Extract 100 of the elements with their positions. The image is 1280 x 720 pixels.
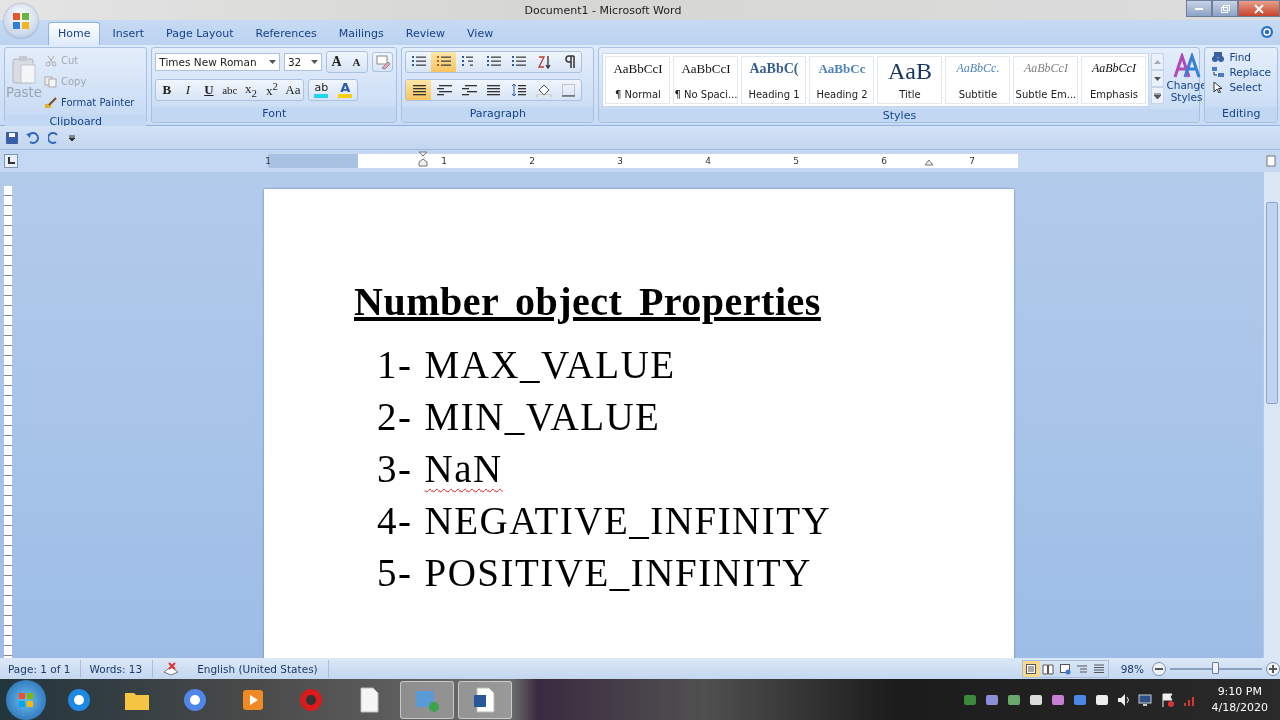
borders-icon [560, 83, 577, 97]
start-button[interactable] [6, 679, 46, 720]
undo-button[interactable] [26, 131, 40, 144]
ruler-number: 1 [440, 155, 448, 168]
scroll-down-button[interactable] [1151, 70, 1165, 87]
eraser-icon [374, 54, 391, 70]
right-indent-marker-icon[interactable] [924, 158, 934, 166]
ribbon-tab[interactable]: Home [48, 22, 101, 45]
office-button[interactable] [4, 4, 38, 38]
dropdown-caret-icon[interactable] [310, 60, 318, 64]
highlight-button[interactable]: ab [309, 80, 334, 100]
dropdown-caret-icon[interactable] [268, 60, 276, 64]
redo-icon [48, 131, 60, 144]
style-preset[interactable]: AaBbCc Heading 2 [809, 56, 875, 104]
window-title: Document1 - Microsoft Word [523, 3, 683, 17]
painter-button[interactable]: Format Painter [44, 93, 135, 112]
font-size-field[interactable]: 32 [283, 53, 322, 71]
taskbar-app[interactable] [458, 680, 512, 719]
print-view-button[interactable] [1022, 660, 1040, 677]
zoom-in-button[interactable] [1266, 661, 1280, 676]
font-color-button[interactable]: A [333, 80, 358, 100]
page-count[interactable]: Page: 1 of 1 [0, 659, 82, 678]
style-preset[interactable]: AaBbCcI Subtle Em... [1013, 56, 1079, 104]
minimize-button[interactable] [1186, 0, 1212, 17]
scissors-icon [44, 54, 58, 67]
indent-marker-icon[interactable] [418, 151, 428, 167]
format-button[interactable]: x$^{2}$ [261, 80, 283, 100]
list-icon [410, 55, 427, 69]
find-button[interactable]: Find [1211, 51, 1271, 63]
proofing-icon[interactable] [163, 661, 180, 676]
style-preset[interactable]: AaB Title [877, 56, 943, 104]
help-icon[interactable] [1260, 25, 1274, 39]
more-arrow-icon [1154, 92, 1162, 99]
list-item-text: NaN [424, 446, 503, 492]
ribbon-tab[interactable]: Review [395, 22, 456, 45]
align-icon [410, 83, 427, 97]
ruler-number: 5 [792, 155, 800, 168]
shrink-font-button[interactable]: A [346, 52, 367, 72]
clear-formatting-button[interactable] [371, 52, 394, 72]
font-name-field[interactable]: Times New Roman [155, 53, 280, 71]
sort-icon [535, 55, 552, 69]
restore-icon [1220, 3, 1230, 14]
group-label: Styles [882, 109, 917, 122]
strike-button[interactable]: abc [219, 80, 241, 100]
more-button[interactable] [1151, 87, 1165, 104]
windows-logo-icon [18, 691, 34, 708]
network-icon[interactable] [1137, 691, 1154, 708]
list-item-text: POSITIVE_INFINITY [424, 550, 812, 596]
list-number: 4- [377, 498, 413, 544]
style-preset[interactable]: AaBbCcI Emphasis [1081, 56, 1147, 104]
grow-font-button[interactable]: A [326, 52, 347, 72]
down-arrow-icon [1154, 76, 1162, 81]
line-spacing-icon [510, 83, 527, 97]
align-icon [460, 83, 477, 97]
ribbon-tab[interactable]: View [457, 22, 504, 45]
numbering-button[interactable] [431, 52, 457, 72]
outline-icon [1076, 662, 1089, 675]
redo-button[interactable] [48, 131, 60, 144]
view-ruler-icon[interactable] [1266, 155, 1276, 167]
style-preset[interactable]: AaBbCcI ¶ No Spaci... [673, 56, 739, 104]
vertical-scrollbar[interactable] [1263, 172, 1280, 658]
ribbon-tab[interactable]: Page Layout [156, 22, 244, 45]
zoom-level[interactable]: 98% [1120, 662, 1144, 675]
ribbon-tab[interactable]: References [245, 22, 327, 45]
ruler-number: 6 [880, 155, 888, 168]
binoculars-icon [1211, 51, 1226, 63]
tab-selector[interactable] [4, 154, 18, 168]
bold-button[interactable]: B [156, 80, 178, 100]
align-left-button[interactable] [406, 80, 432, 100]
ribbon-tab[interactable]: Insert [102, 22, 155, 45]
office-logo-icon [10, 10, 32, 32]
page-icon [1025, 662, 1038, 675]
list-item-text: NEGATIVE_INFINITY [424, 498, 832, 544]
replace-button[interactable]: Replace [1211, 66, 1271, 78]
ruler-number: 7 [968, 155, 976, 168]
underline-button[interactable]: U [198, 80, 220, 100]
restore-button[interactable] [1212, 0, 1238, 17]
customize-toolbar-button[interactable] [68, 133, 76, 142]
language-indicator[interactable]: English (United States) [189, 659, 329, 678]
minus-icon [1155, 667, 1163, 670]
clock[interactable]: 9:10 PM 4/18/2020 [1211, 683, 1268, 716]
group-label: Clipboard [49, 115, 102, 128]
paint-bucket-icon [535, 83, 552, 97]
style-preset[interactable]: AaBbC( Heading 1 [741, 56, 807, 104]
style-preset[interactable]: AaBbCc. Subtitle [945, 56, 1011, 104]
flag-icon[interactable] [1159, 691, 1176, 708]
format-button[interactable]: Aa [282, 80, 304, 100]
format-button[interactable]: x$_{2}$ [240, 80, 262, 100]
word-count[interactable]: Words: 13 [81, 659, 154, 678]
zoom-out-button[interactable] [1152, 661, 1166, 676]
list-number: 3- [377, 446, 413, 492]
ribbon-tab[interactable]: Mailings [328, 22, 394, 45]
undo-icon [26, 131, 40, 144]
document-heading: Number object Properties [354, 278, 822, 326]
close-icon [1254, 3, 1264, 14]
italic-button[interactable]: I [177, 80, 199, 100]
save-button[interactable] [6, 131, 18, 144]
select-button[interactable]: Select [1211, 81, 1271, 93]
close-button[interactable] [1238, 0, 1280, 17]
style-preset[interactable]: AaBbCcI ¶ Normal [605, 56, 671, 104]
